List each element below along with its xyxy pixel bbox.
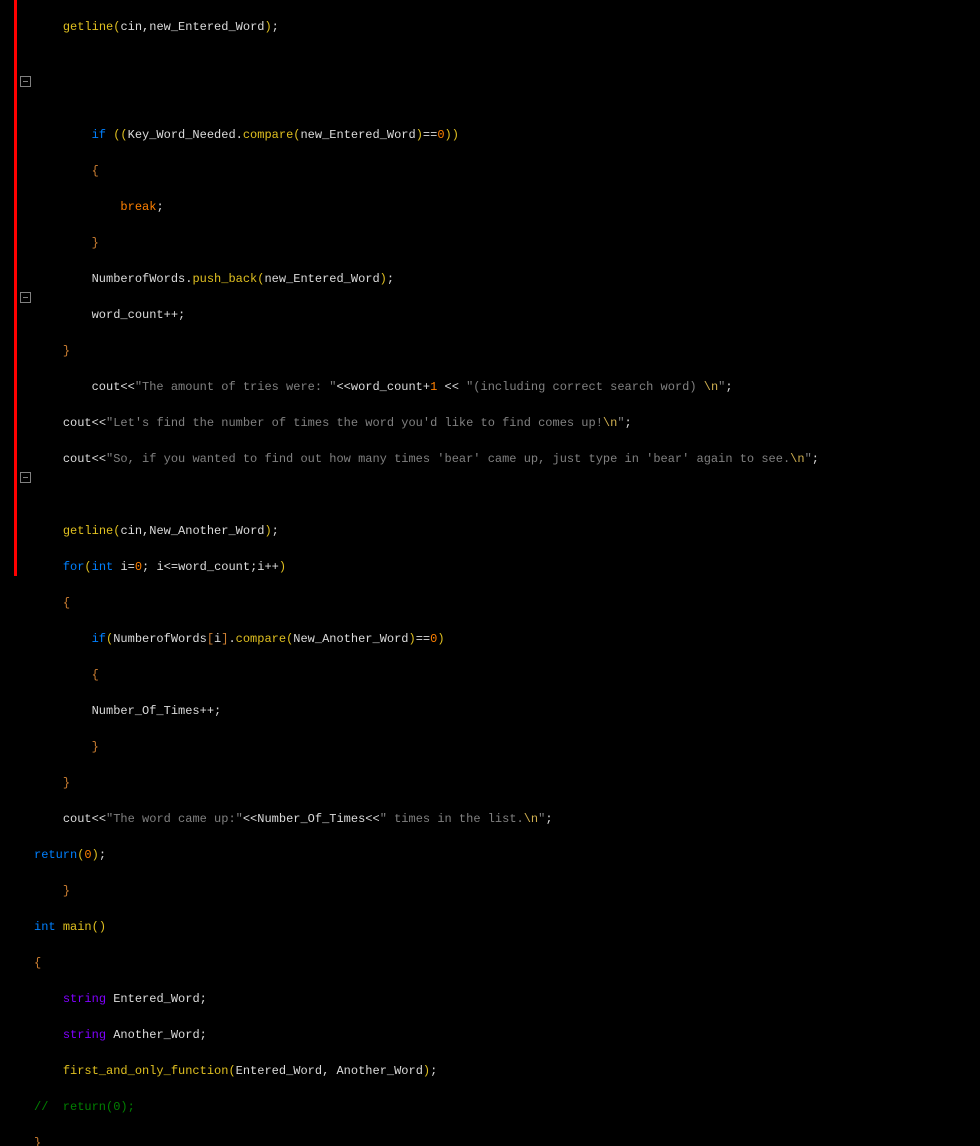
- code-line[interactable]: getline(cin,New_Another_Word);: [34, 522, 980, 540]
- fn-main: main: [63, 920, 92, 934]
- fold-gutter: [0, 0, 30, 573]
- code-line[interactable]: Number_Of_Times++;: [34, 702, 980, 720]
- code-line[interactable]: // return(0);: [34, 1098, 980, 1116]
- code-line[interactable]: first_and_only_function(Entered_Word, An…: [34, 1062, 980, 1080]
- code-line[interactable]: [34, 54, 980, 72]
- code-line[interactable]: }: [34, 234, 980, 252]
- code-line[interactable]: [34, 90, 980, 108]
- code-line[interactable]: }: [34, 1134, 980, 1146]
- code-line[interactable]: }: [34, 882, 980, 900]
- comment: // return(0);: [34, 1100, 135, 1114]
- keyword-for: for: [63, 560, 85, 574]
- code-line[interactable]: {: [34, 954, 980, 972]
- code-line[interactable]: string Entered_Word;: [34, 990, 980, 1008]
- keyword-if: if: [92, 128, 106, 142]
- code-line[interactable]: {: [34, 162, 980, 180]
- fold-handle[interactable]: [20, 76, 31, 87]
- code-line[interactable]: {: [34, 666, 980, 684]
- keyword-return: return: [34, 848, 77, 862]
- code-line[interactable]: {: [34, 594, 980, 612]
- code-line[interactable]: getline(cin,new_Entered_Word);: [34, 18, 980, 36]
- code-line[interactable]: word_count++;: [34, 306, 980, 324]
- code-line[interactable]: string Another_Word;: [34, 1026, 980, 1044]
- fold-handle[interactable]: [20, 472, 31, 483]
- code-line[interactable]: if ((Key_Word_Needed.compare(new_Entered…: [34, 126, 980, 144]
- code-line[interactable]: NumberofWords.push_back(new_Entered_Word…: [34, 270, 980, 288]
- keyword-break: break: [120, 200, 156, 214]
- code-editor[interactable]: getline(cin,new_Entered_Word); if ((Key_…: [0, 0, 980, 573]
- fn-call: getline: [63, 20, 113, 34]
- type-string: string: [63, 992, 106, 1006]
- code-line[interactable]: break;: [34, 198, 980, 216]
- code-line[interactable]: }: [34, 342, 980, 360]
- fold-handle[interactable]: [20, 292, 31, 303]
- code-line[interactable]: }: [34, 774, 980, 792]
- code-line[interactable]: int main(): [34, 918, 980, 936]
- code-line[interactable]: cout<<"The word came up:"<<Number_Of_Tim…: [34, 810, 980, 828]
- code-line[interactable]: }: [34, 738, 980, 756]
- code-area[interactable]: getline(cin,new_Entered_Word); if ((Key_…: [30, 0, 980, 573]
- change-marker: [14, 0, 17, 576]
- code-line[interactable]: cout<<"So, if you wanted to find out how…: [34, 450, 980, 468]
- code-line[interactable]: for(int i=0; i<=word_count;i++): [34, 558, 980, 576]
- code-line[interactable]: return(0);: [34, 846, 980, 864]
- code-line[interactable]: [34, 486, 980, 504]
- code-line[interactable]: cout<<"The amount of tries were: "<<word…: [34, 378, 980, 396]
- code-line[interactable]: if(NumberofWords[i].compare(New_Another_…: [34, 630, 980, 648]
- code-line[interactable]: cout<<"Let's find the number of times th…: [34, 414, 980, 432]
